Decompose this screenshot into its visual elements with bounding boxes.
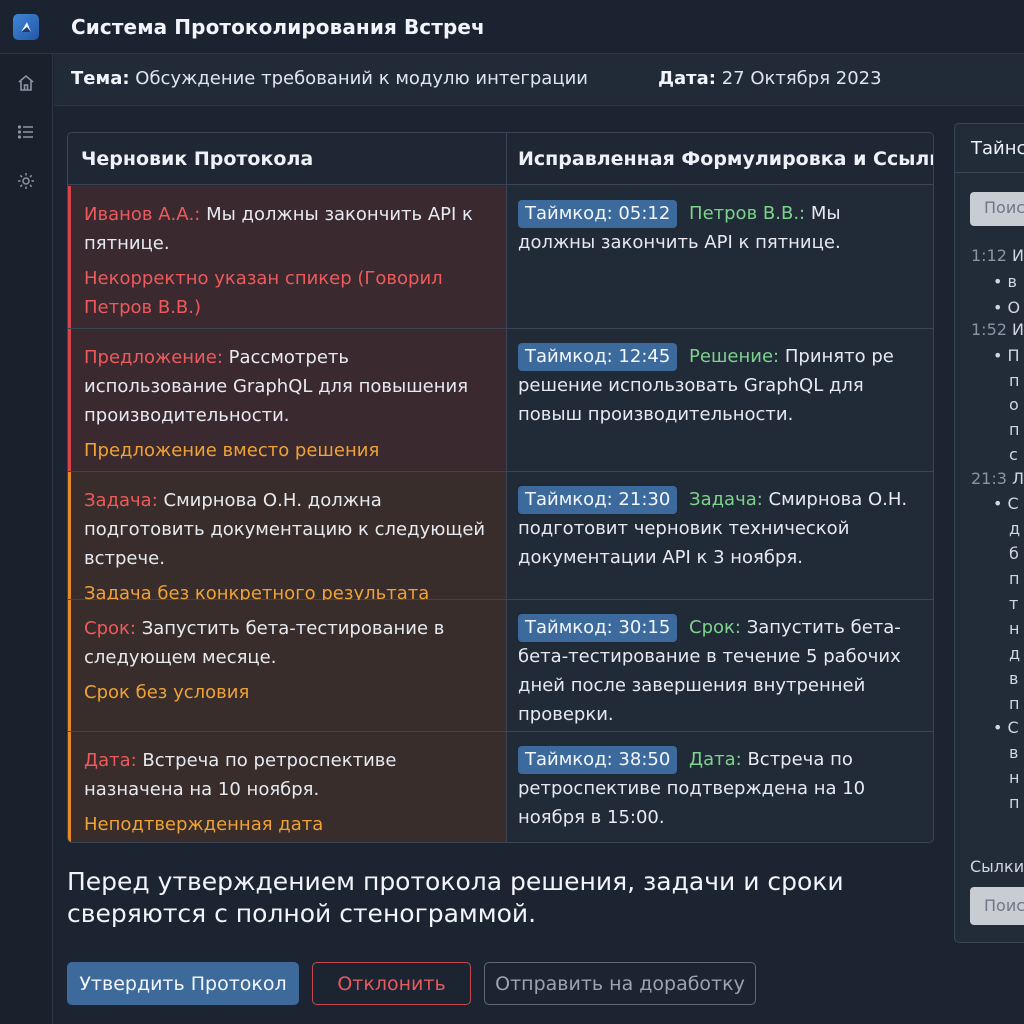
corrected-cell: Таймкод: 38:50 Дата: Встреча по ретроспе… [507,732,933,842]
transcript-line: н [1009,619,1020,638]
send-for-rework-button[interactable]: Отправить на доработку [484,962,756,1005]
table-header: Черновик Протокола Исправленная Формулир… [68,133,933,185]
transcript-line: 1:12 И [971,246,1024,265]
fix-key: Дата: [689,749,742,770]
transcript-line: д [1009,644,1021,663]
links-search-input[interactable]: Поис [970,887,1024,925]
timecode-link[interactable]: Таймкод: 21:30 [518,486,678,514]
draft-cell: Срок: Запустить бета-тестирование в след… [68,600,506,731]
fix-key: Петров В.В.: [689,203,806,224]
transcript-line: п [1009,371,1020,390]
transcript-line: • С [993,494,1019,513]
protocol-comparison-table: Черновик Протокола Исправленная Формулир… [67,132,934,843]
draft-text: Запустить бета-тестирование в следующем … [84,618,445,668]
reject-button[interactable]: Отклонить [312,962,471,1005]
links-label: Сылки [970,857,1024,876]
table-row: Предложение: Рассмотреть использование G… [68,329,933,472]
list-icon[interactable] [14,120,38,144]
transcript-line: т [1009,594,1019,613]
table-row: Задача: Смирнова О.Н. должна подготовить… [68,472,933,604]
draft-cell: Иванов А.А.: Мы должны закончить API к п… [68,186,506,328]
transcript-line: в [1009,669,1019,688]
transcript-line: п [1009,793,1020,812]
draft-key: Задача: [84,490,158,511]
verification-notice: Перед утверждением протокола решения, за… [67,867,844,928]
transcript-line: н [1009,768,1020,787]
transcript-line: 1:52 И [971,320,1024,339]
transcript-line: • в [993,272,1017,291]
draft-cell: Предложение: Рассмотреть использование G… [68,329,506,471]
table-row: Иванов А.А.: Мы должны закончить API к п… [68,186,933,329]
draft-cell: Задача: Смирнова О.Н. должна подготовить… [68,472,506,604]
corrected-cell: Таймкод: 12:45 Решение: Принято ре решен… [507,329,933,471]
approve-button[interactable]: Утвердить Протокол [67,962,299,1005]
app-logo [13,13,39,40]
issue-note: Неподтвержденная дата [84,814,324,835]
transcript-line: п [1009,694,1020,713]
draft-key: Иванов А.А.: [84,204,201,225]
issue-note: Срок без условия [84,682,250,703]
table-row: Дата: Встреча по ретроспективе назначена… [68,732,933,842]
transcript-search-input[interactable]: Поис [970,192,1024,226]
transcript-line: п [1009,569,1020,588]
title-bar: Система Протоколирования Встреч [0,0,1024,54]
timecode-link[interactable]: Таймкод: 05:12 [518,200,678,228]
meeting-date: Дата: 27 Октября 2023 [658,68,882,89]
gear-icon[interactable] [14,169,38,193]
fix-key: Решение: [689,346,780,367]
corrected-cell: Таймкод: 05:12 Петров В.В.: Мы должны за… [507,186,933,328]
draft-cell: Дата: Встреча по ретроспективе назначена… [68,732,506,842]
date-value: 27 Октября 2023 [721,68,882,89]
transcript-line: 21:3 Л [971,469,1024,488]
meeting-info-bar: Тема: Обсуждение требований к модулю инт… [54,54,1024,106]
transcript-line: д [1009,519,1021,538]
draft-key: Срок: [84,618,136,639]
transcript-line: в [1009,743,1019,762]
transcript-line: б [1009,544,1019,563]
date-label: Дата: [658,68,716,89]
draft-key: Предложение: [84,347,223,368]
topic-value: Обсуждение требований к модулю интеграци… [135,68,588,89]
panel-divider [955,172,1024,173]
corrected-cell: Таймкод: 21:30 Задача: Смирнова О.Н. под… [507,472,933,599]
timecode-link[interactable]: Таймкод: 12:45 [518,343,678,371]
transcript-line: • С [993,718,1019,737]
timecode-link[interactable]: Таймкод: 30:15 [518,614,678,642]
issue-note: Некорректно указан спикер (Говорил Петро… [84,268,443,318]
transcript-line: с [1009,445,1018,464]
transcript-panel: Тайнс Поис 1:12 И • в • О 1:52 И • П п о… [954,123,1024,943]
transcript-line: • О [993,298,1021,317]
header-corrected: Исправленная Формулировка и Ссылки [518,148,934,170]
transcript-line: п [1009,420,1020,439]
fix-key: Срок: [689,617,741,638]
topic-label: Тема: [71,68,130,89]
draft-key: Дата: [84,750,137,771]
transcript-line: • П [993,346,1020,365]
header-draft: Черновик Протокола [81,148,314,170]
home-icon[interactable] [14,71,38,95]
corrected-cell: Таймкод: 30:15 Срок: Запустить бета-бета… [507,600,933,731]
side-rail [0,54,53,1024]
panel-title: Тайнс [971,138,1024,159]
transcript-line: о [1009,395,1019,414]
fix-key: Задача: [689,489,763,510]
timecode-link[interactable]: Таймкод: 38:50 [518,746,678,774]
meeting-topic: Тема: Обсуждение требований к модулю инт… [71,68,588,89]
table-row: Срок: Запустить бета-тестирование в след… [68,600,933,732]
issue-note: Предложение вместо решения [84,440,380,461]
app-title: Система Протоколирования Встреч [71,14,485,39]
